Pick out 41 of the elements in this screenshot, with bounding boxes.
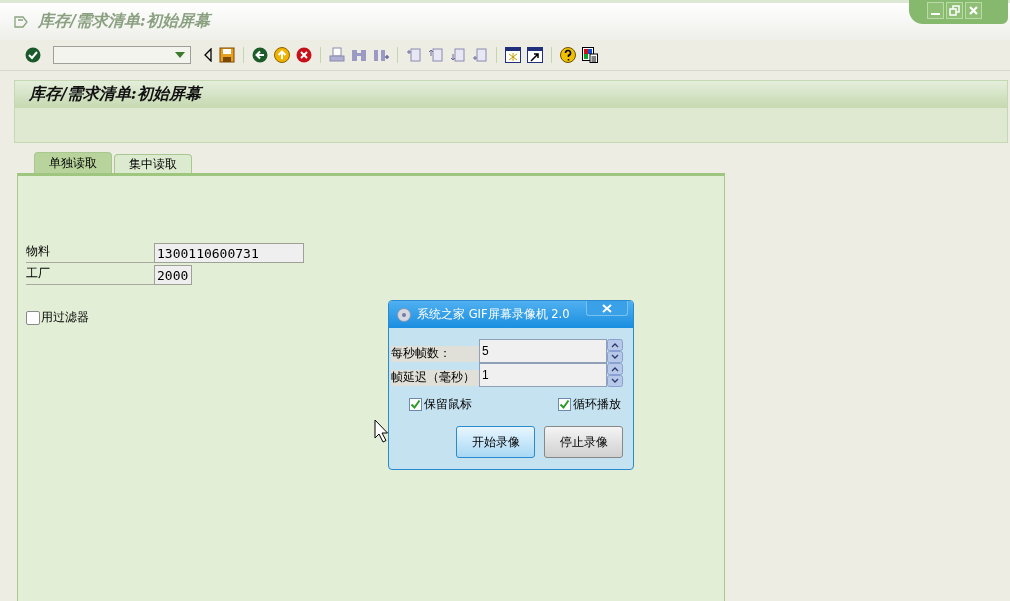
checkbox-label: 用过滤器	[41, 309, 89, 326]
spinner-label: 每秒帧数：	[391, 346, 479, 362]
spinner-label: 帧延迟（毫秒）	[391, 370, 479, 386]
mouse-pointer-icon	[374, 419, 388, 443]
help-icon[interactable]	[560, 47, 576, 63]
input-field[interactable]: 1	[479, 363, 607, 387]
close-icon	[602, 303, 612, 313]
input-field[interactable]: 2000	[154, 265, 192, 285]
dialog-title: 系统之家 GIF屏幕录像机 2.0	[417, 307, 570, 322]
check-icon[interactable]	[25, 47, 41, 63]
tab[interactable]: 集中读取	[114, 154, 192, 173]
page-title: 库存/需求清单:初始屏幕	[29, 84, 201, 105]
spinner-arrows-icon[interactable]	[607, 339, 623, 363]
save-icon[interactable]	[219, 47, 235, 63]
shortcut-icon[interactable]	[527, 47, 543, 63]
minimize-icon[interactable]	[927, 2, 944, 19]
window-title: 库存/需求清单:初始屏幕	[38, 11, 210, 32]
dialog-button[interactable]: 停止录像	[544, 426, 623, 458]
exit-icon[interactable]	[274, 47, 290, 63]
restore-icon[interactable]	[946, 2, 963, 19]
back-icon[interactable]	[252, 47, 268, 63]
input-field[interactable]: 5	[479, 339, 607, 363]
new-window-icon[interactable]	[505, 47, 521, 63]
command-field[interactable]	[53, 46, 191, 64]
checkbox-label: 循环播放	[573, 396, 621, 413]
input-field[interactable]: 1300110600731	[154, 243, 304, 263]
dialog-button[interactable]: 开始录像	[456, 426, 535, 458]
caret-icon	[175, 52, 185, 58]
close-button[interactable]	[586, 301, 628, 316]
spinner-arrows-icon[interactable]	[607, 363, 623, 387]
checkbox[interactable]	[409, 398, 422, 411]
print-icon[interactable]	[329, 47, 345, 63]
tab[interactable]: 单独读取	[34, 152, 112, 173]
disc-icon	[397, 307, 411, 322]
checkbox[interactable]	[26, 310, 40, 325]
cancel-icon[interactable]	[296, 47, 312, 63]
checkbox[interactable]	[558, 398, 571, 411]
checkbox-label: 保留鼠标	[424, 396, 472, 413]
close-icon[interactable]	[965, 2, 982, 19]
triangle-left-icon[interactable]	[203, 48, 213, 62]
menu-icon[interactable]	[14, 15, 28, 28]
